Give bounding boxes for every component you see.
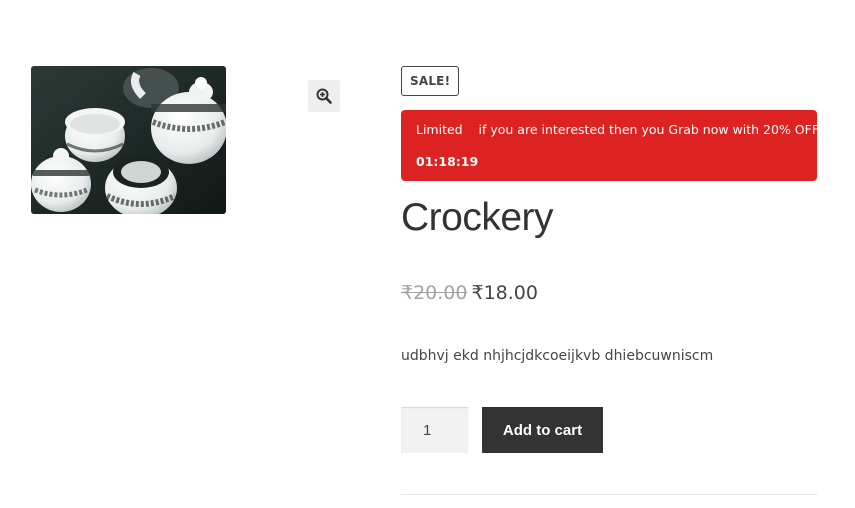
product-image[interactable]	[31, 66, 226, 214]
countdown-message: Limited if you are interested then you G…	[416, 122, 820, 137]
countdown-timer: 01:18:19	[416, 154, 479, 169]
product-summary: SALE! Limited if you are interested then…	[401, 66, 819, 495]
quantity-input[interactable]	[401, 407, 468, 453]
product-title: Crockery	[401, 196, 554, 239]
divider	[401, 494, 817, 495]
sale-price: ₹18.00	[471, 282, 538, 304]
product-page: SALE! Limited if you are interested then…	[0, 0, 855, 508]
zoom-button[interactable]	[308, 80, 340, 112]
add-to-cart-button[interactable]: Add to cart	[482, 407, 603, 453]
product-price: ₹20.00 ₹18.00	[401, 280, 538, 306]
sale-badge: SALE!	[401, 66, 460, 96]
countdown-banner: Limited if you are interested then you G…	[401, 110, 820, 181]
product-photo	[31, 66, 226, 214]
zoom-in-icon	[316, 88, 332, 104]
short-description: udbhvj ekd nhjhcjdkcoeijkvb dhiebcuwnisc…	[401, 348, 714, 364]
regular-price: ₹20.00	[401, 282, 468, 304]
